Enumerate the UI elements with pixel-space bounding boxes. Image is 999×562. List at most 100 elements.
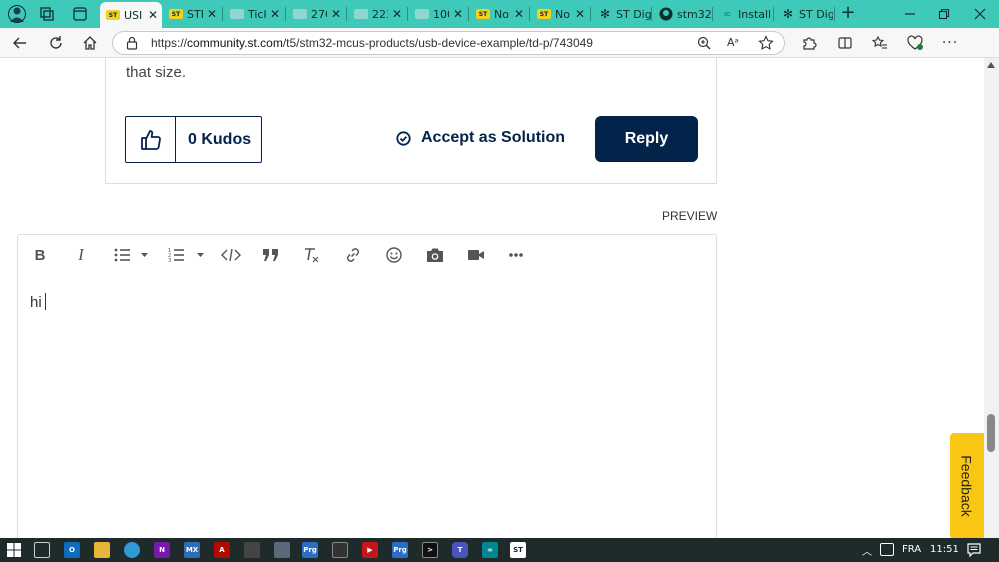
kudos-button-group[interactable]: 0 Kudos (125, 116, 262, 163)
address-bar[interactable]: https://community.st.com/t5/stm32-mcus-p… (112, 31, 785, 55)
arduino-icon: ∞ (722, 8, 732, 20)
stm32cubemx-icon[interactable]: MX (184, 542, 200, 558)
new-tab-button[interactable]: + (838, 3, 858, 23)
profile-avatar[interactable] (6, 4, 28, 24)
kudos-count[interactable]: 0 Kudos (176, 117, 261, 162)
st-app-icon[interactable]: ST (510, 542, 526, 558)
thumbs-up-icon[interactable] (126, 117, 176, 162)
bold-icon[interactable]: B (32, 243, 48, 267)
accept-as-solution-button[interactable]: Accept as Solution (396, 129, 565, 147)
tab-st-digital-1[interactable]: ✻ ST Digit (592, 3, 652, 25)
tab-no-1[interactable]: ST No ✕ (470, 3, 528, 25)
chevron-up-icon[interactable]: ︿ (862, 543, 872, 558)
home-button[interactable] (78, 32, 102, 54)
quote-icon[interactable] (262, 243, 280, 267)
tab-label: 270 (311, 7, 327, 21)
tab-installing[interactable]: ∞ Installin (714, 3, 772, 25)
st-logo-icon: ST (169, 7, 183, 21)
tab-100[interactable]: 100 ✕ (409, 3, 467, 25)
page-viewport: that size. 0 Kudos Accept as Solution Re… (0, 58, 984, 538)
vertical-scrollbar[interactable] (984, 58, 999, 538)
close-icon[interactable]: ✕ (453, 7, 463, 21)
terminal-icon[interactable]: > (422, 542, 438, 558)
tab-st-digital-2[interactable]: ✻ ST Digit (775, 3, 833, 25)
tab-label: Tick (248, 7, 266, 21)
calculator-icon[interactable] (244, 542, 260, 558)
edge-icon[interactable] (124, 542, 140, 558)
reply-editor[interactable]: B I 123 hi (17, 234, 717, 538)
task-view-icon[interactable] (34, 542, 50, 558)
device-manager-icon[interactable] (332, 542, 348, 558)
outlook-icon[interactable]: O (64, 542, 80, 558)
split-screen-button[interactable] (833, 32, 857, 54)
close-icon[interactable]: ✕ (331, 7, 341, 21)
favorite-star-icon[interactable] (758, 35, 774, 51)
close-window-button[interactable] (967, 4, 993, 24)
windows-start-icon[interactable] (6, 542, 22, 558)
more-options-icon[interactable] (508, 243, 524, 267)
acrobat-icon[interactable]: A (214, 542, 230, 558)
scroll-up-arrow-icon[interactable] (987, 62, 995, 68)
minimize-button[interactable] (897, 4, 923, 24)
tab-223[interactable]: 223 ✕ (348, 3, 406, 25)
extensions-button[interactable] (797, 32, 821, 54)
browser-essentials-button[interactable] (903, 32, 927, 54)
editor-textarea[interactable]: hi (30, 293, 46, 311)
restore-button[interactable] (931, 4, 957, 24)
tab-usb-device[interactable]: ST USI ✕ (100, 2, 162, 28)
feedback-tab[interactable]: Feedback (950, 433, 984, 538)
favorites-button[interactable] (868, 32, 892, 54)
tab-stm[interactable]: ST STM ✕ (163, 3, 221, 25)
tab-tick[interactable]: Tick ✕ (224, 3, 284, 25)
stm32-programmer-icon[interactable]: Prg (302, 542, 318, 558)
media-icon[interactable]: ▶ (362, 542, 378, 558)
scrollbar-thumb[interactable] (987, 414, 995, 452)
camera-icon[interactable] (426, 243, 444, 267)
workspaces-icon[interactable] (38, 5, 56, 23)
close-icon[interactable]: ✕ (392, 7, 402, 21)
pen-tray-icon[interactable] (880, 543, 894, 556)
tab-stm32duino[interactable]: stm32d (653, 3, 711, 25)
bulleted-list-icon[interactable] (114, 243, 150, 267)
preview-link[interactable]: PREVIEW (662, 209, 717, 223)
onenote-icon[interactable]: N (154, 542, 170, 558)
video-icon[interactable] (467, 243, 485, 267)
tab-no-2[interactable]: ST No ✕ (531, 3, 589, 25)
emoji-icon[interactable] (385, 243, 403, 267)
settings-more-button[interactable]: ··· (938, 32, 962, 54)
tab-label: 100 (433, 7, 449, 21)
folder-icon (230, 7, 244, 21)
link-icon[interactable] (344, 243, 362, 267)
zoom-icon[interactable] (697, 36, 711, 50)
read-aloud-icon[interactable]: Aᵃ (727, 36, 739, 49)
arduino-ide-icon[interactable]: ∞ (482, 542, 498, 558)
code-icon[interactable] (221, 243, 241, 267)
stm32-programmer-2-icon[interactable]: Prg (392, 542, 408, 558)
input-language[interactable]: FRA (902, 544, 921, 555)
file-explorer-icon[interactable] (94, 542, 110, 558)
home-icon (83, 36, 97, 50)
refresh-button[interactable] (44, 32, 68, 54)
tab-actions-icon[interactable] (72, 6, 88, 22)
close-icon[interactable]: ✕ (575, 7, 585, 21)
close-icon[interactable]: ✕ (207, 7, 217, 21)
numbered-list-icon[interactable]: 123 (168, 243, 208, 267)
url-text[interactable]: https://community.st.com/t5/stm32-mcus-p… (151, 36, 593, 50)
clear-formatting-icon[interactable] (303, 243, 321, 267)
reply-button[interactable]: Reply (595, 116, 698, 162)
clock[interactable]: 11:51 (930, 544, 959, 555)
tab-270[interactable]: 270 ✕ (287, 3, 345, 25)
close-icon[interactable]: ✕ (270, 7, 280, 21)
close-icon[interactable]: ✕ (514, 7, 524, 21)
back-button[interactable] (8, 32, 32, 54)
check-circle-icon (396, 130, 411, 146)
lock-icon[interactable] (125, 36, 139, 50)
notification-icon[interactable] (967, 543, 981, 557)
folder-icon (293, 7, 307, 21)
refresh-icon (50, 36, 62, 49)
close-icon[interactable]: ✕ (148, 8, 158, 22)
tab-label: No (494, 7, 509, 21)
teams-icon[interactable]: T (452, 542, 468, 558)
italic-icon[interactable]: I (73, 243, 89, 267)
paint-icon[interactable] (274, 542, 290, 558)
